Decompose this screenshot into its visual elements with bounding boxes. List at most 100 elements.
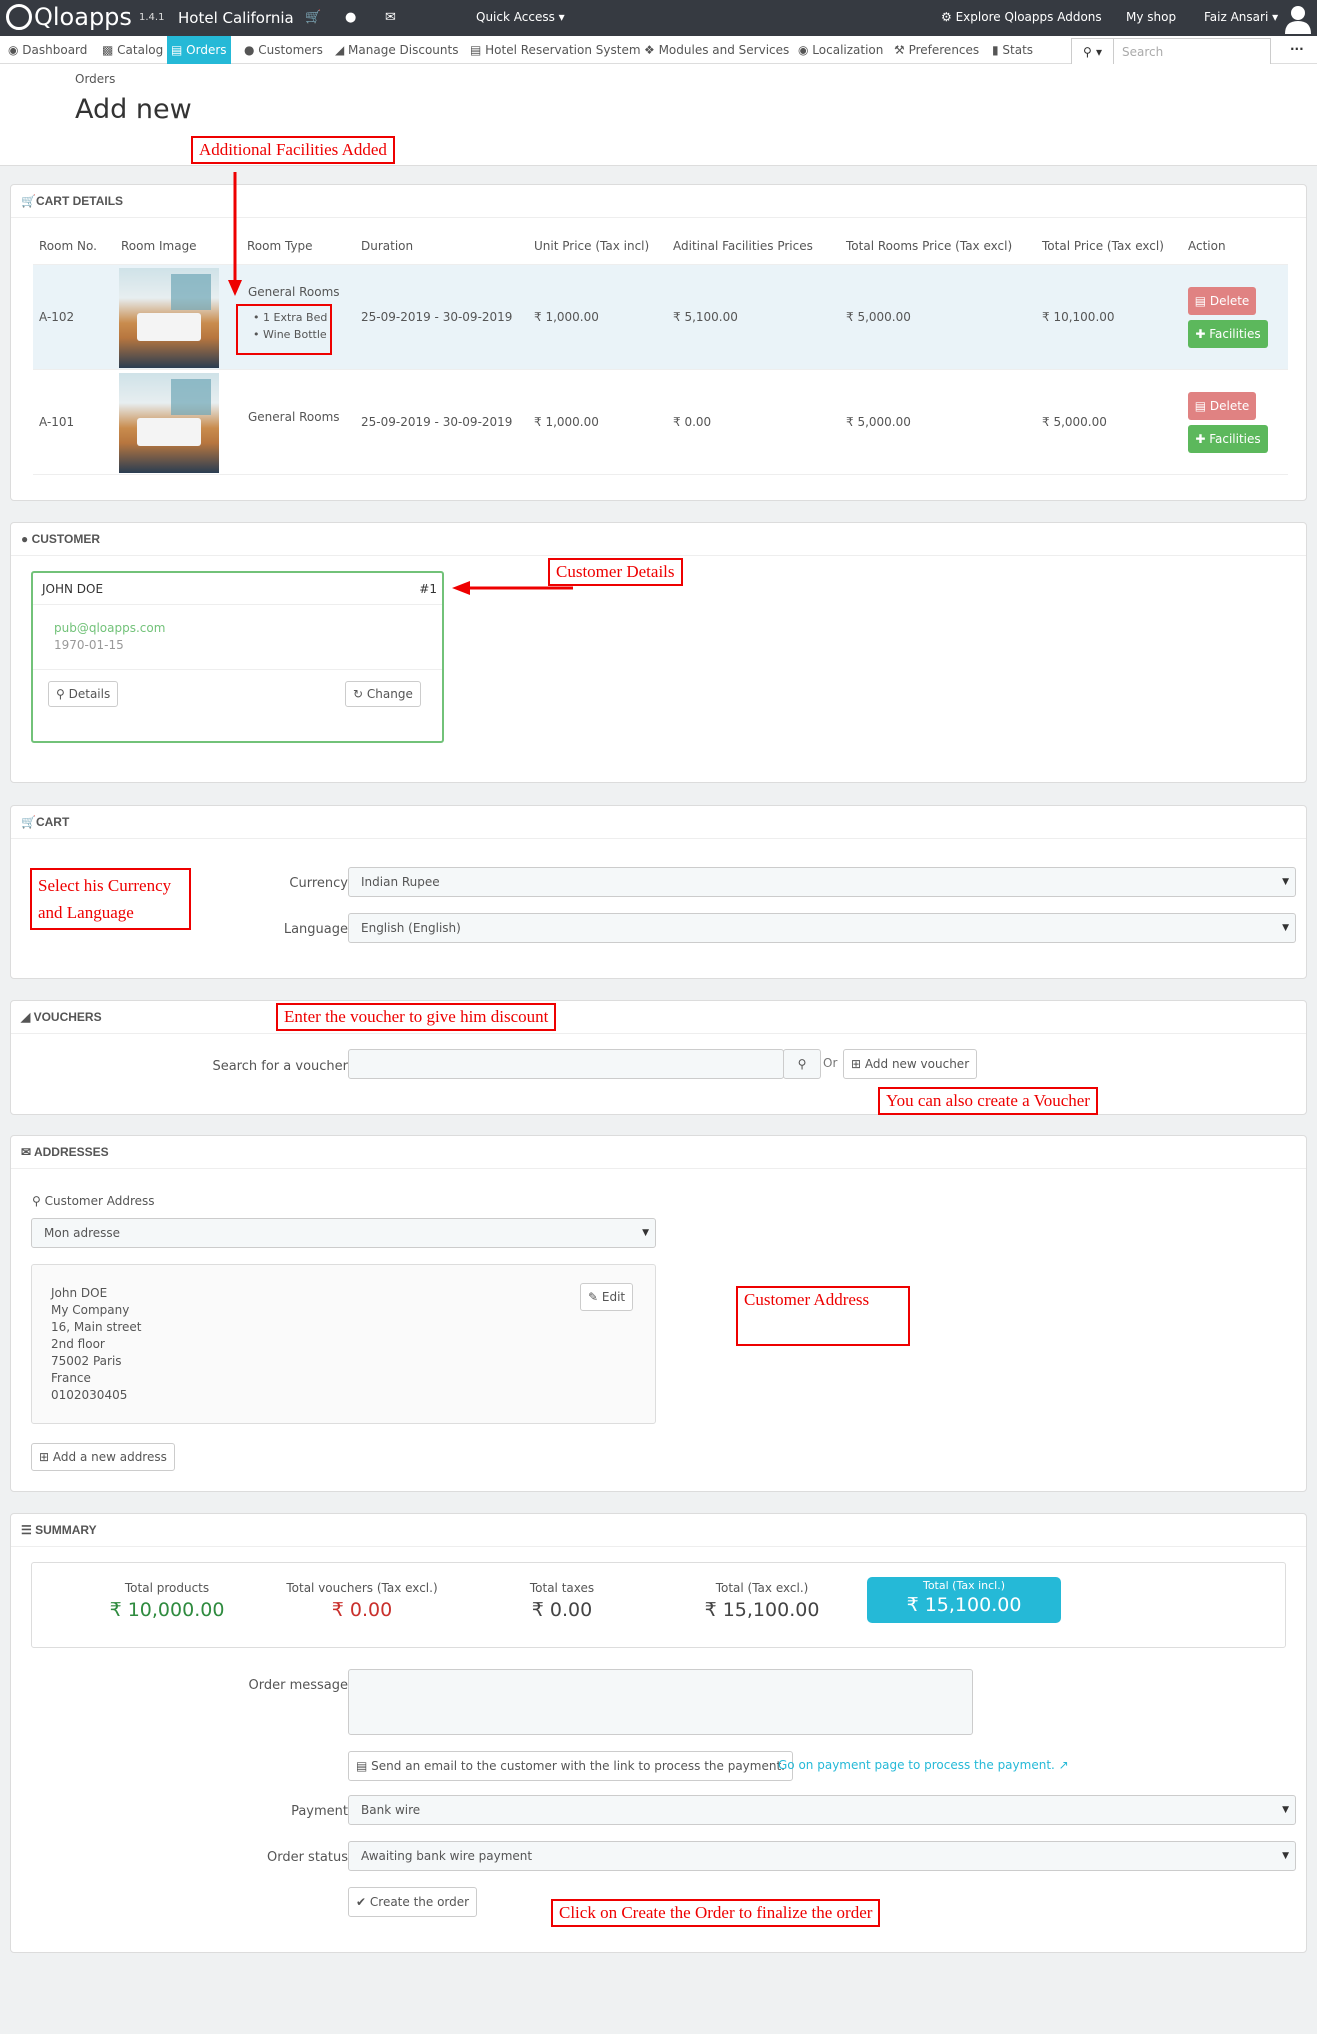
voucher-search-input[interactable]: [348, 1049, 784, 1079]
explore-label: Explore Qloapps Addons: [955, 10, 1102, 24]
summary-panel: ☰ Summary Total products ₹ 10,000.00 Tot…: [10, 1513, 1307, 1953]
column-header: Unit Price (Tax incl): [534, 239, 650, 253]
total-incl-value: ₹ 15,100.00: [906, 1594, 1022, 1616]
total-vouchers: Total vouchers (Tax excl.) ₹ 0.00: [262, 1581, 462, 1621]
annotation-create-voucher: You can also create a Voucher: [878, 1087, 1098, 1115]
caret-down-icon: ▾: [558, 10, 565, 24]
nav-item-modules[interactable]: ❖ Modules and Services: [640, 36, 793, 64]
caret-down-icon: ▼: [1282, 877, 1289, 887]
currency-select[interactable]: Indian Rupee ▼: [348, 867, 1296, 897]
add-address-label: Add a new address: [52, 1450, 167, 1464]
column-header: Duration: [361, 239, 414, 253]
customer-birthdate: 1970-01-15: [54, 638, 124, 652]
language-label: Language: [283, 922, 348, 937]
add-voucher-button[interactable]: ⊞ Add new voucher: [843, 1049, 978, 1079]
map-marker-icon: ⚲: [32, 1194, 41, 1208]
customer-card: JOHN DOE #1 pub@qloapps.com 1970-01-15 ⚲…: [31, 571, 444, 743]
nav-item-orders[interactable]: ▤ Orders: [167, 36, 231, 64]
external-link-icon: ↗: [1058, 1758, 1069, 1772]
vouchers-panel: ◢ Vouchers Search for a voucher ⚲ Or ⊞ A…: [10, 1000, 1307, 1115]
annotation-address: Customer Address: [736, 1286, 910, 1346]
order-message-textarea[interactable]: [348, 1669, 973, 1735]
facilities-price: ₹ 5,100.00: [673, 310, 738, 324]
facilities-button[interactable]: ✚ Facilities: [1188, 425, 1268, 453]
edit-address-button[interactable]: ✎ Edit: [580, 1283, 634, 1311]
room-image: [119, 268, 219, 368]
create-order-button[interactable]: ✔ Create the order: [348, 1887, 478, 1917]
total-price: ₹ 10,100.00: [1042, 310, 1115, 324]
envelope-icon: ✉: [21, 1145, 34, 1159]
nav-item-localization[interactable]: ◉ Localization: [794, 36, 887, 64]
annotation-arrow-down: [228, 172, 242, 296]
delete-button[interactable]: ▤ Delete: [1188, 287, 1256, 315]
brand-logo[interactable]: Qloapps: [6, 3, 132, 31]
total-products-value: ₹ 10,000.00: [109, 1599, 225, 1621]
nav-item-customers[interactable]: ● Customers: [240, 36, 327, 64]
language-value: English (English): [361, 921, 461, 935]
breadcrumb[interactable]: Orders: [75, 72, 115, 86]
nav-item-dashboard[interactable]: ◉ Dashboard: [4, 36, 91, 64]
add-address-button[interactable]: ⊞ Add a new address: [31, 1443, 175, 1471]
payment-select[interactable]: Bank wire ▼: [348, 1795, 1296, 1825]
nav-item-catalog[interactable]: ▩ Catalog: [98, 36, 167, 64]
mail-icon[interactable]: ✉: [385, 10, 396, 25]
customer-email[interactable]: pub@qloapps.com: [54, 621, 165, 635]
room-number: A-102: [39, 310, 75, 324]
cart-icon: 🛒: [21, 815, 36, 829]
heading-label: Vouchers: [33, 1010, 102, 1024]
nav-item-discounts[interactable]: ◢ Manage Discounts: [331, 36, 462, 64]
shop-name-link[interactable]: Hotel California: [178, 9, 294, 27]
language-select[interactable]: English (English) ▼: [348, 913, 1296, 943]
address-select[interactable]: Mon adresse ▼: [31, 1218, 656, 1248]
total-tax-excl: Total (Tax excl.) ₹ 15,100.00: [672, 1581, 852, 1621]
order-status-value: Awaiting bank wire payment: [361, 1849, 533, 1863]
total-taxes-label: Total taxes: [529, 1581, 595, 1595]
column-header: Room Image: [121, 239, 197, 253]
send-email-label: Send an email to the customer with the l…: [371, 1759, 785, 1773]
user-menu[interactable]: Faiz Ansari ▾: [1204, 10, 1278, 24]
delete-button[interactable]: ▤ Delete: [1188, 392, 1256, 420]
customer-name: JOHN DOE: [42, 582, 104, 596]
total-products: Total products ₹ 10,000.00: [72, 1581, 262, 1621]
explore-addons-link[interactable]: ⚙ Explore Qloapps Addons: [941, 10, 1102, 24]
more-icon[interactable]: ···: [1290, 42, 1304, 56]
column-header: Room Type: [247, 239, 313, 253]
payment-link-label: Go on payment page to process the paymen…: [778, 1758, 1055, 1772]
search-input[interactable]: Search: [1122, 45, 1163, 59]
payment-page-link[interactable]: Go on payment page to process the paymen…: [778, 1758, 1069, 1772]
search-icon[interactable]: ⚲: [783, 1049, 821, 1079]
nav-label: Dashboard: [22, 43, 88, 57]
nav-label: Manage Discounts: [348, 43, 459, 57]
search-icon[interactable]: ⚲ ▾: [1072, 39, 1114, 65]
table-row: A-101 General Rooms 25-09-2019 - 30-09-2…: [33, 369, 1288, 474]
avatar-icon[interactable]: [1282, 2, 1314, 34]
facilities-button[interactable]: ✚ Facilities: [1188, 320, 1268, 348]
panel-heading: ✉ Addresses: [11, 1136, 1306, 1169]
total-taxes-value: ₹ 0.00: [531, 1599, 593, 1621]
address-line: 16, Main street: [51, 1320, 142, 1334]
change-button[interactable]: ↻ Change: [345, 681, 421, 707]
nav-item-preferences[interactable]: ⚒ Preferences: [890, 36, 983, 64]
plus-square-icon: ⊞: [851, 1057, 862, 1071]
top-bar: Qloapps 1.4.1 Hotel California 🛒 ● ✉ Qui…: [0, 0, 1317, 36]
cart-icon[interactable]: 🛒: [305, 10, 321, 25]
caret-down-icon: ▼: [1282, 1805, 1289, 1815]
address-line: John DOE: [51, 1286, 108, 1300]
heading-label: Cart Details: [35, 194, 124, 208]
order-status-select[interactable]: Awaiting bank wire payment ▼: [348, 1841, 1296, 1871]
nav-item-hotel-reservation[interactable]: ▤ Hotel Reservation System: [466, 36, 645, 64]
details-button[interactable]: ⚲ Details: [48, 681, 119, 707]
payment-value: Bank wire: [361, 1803, 421, 1817]
quick-access-dropdown[interactable]: Quick Access ▾: [476, 10, 565, 24]
my-shop-link[interactable]: My shop: [1126, 10, 1176, 24]
send-email-button[interactable]: ▤ Send an email to the customer with the…: [348, 1751, 793, 1781]
user-icon[interactable]: ●: [345, 10, 356, 25]
currency-value: Indian Rupee: [361, 875, 440, 889]
column-header: Total Rooms Price (Tax excl): [846, 239, 1013, 253]
facilities-highlight: [236, 304, 332, 355]
annotation-create-order: Click on Create the Order to finalize th…: [551, 1899, 881, 1927]
nav-item-stats[interactable]: ▮ Stats: [988, 36, 1037, 64]
panel-heading: ◢ Vouchers: [11, 1001, 1306, 1034]
heading-label: Summary: [35, 1523, 97, 1537]
cart-icon: 🛒: [21, 194, 36, 208]
